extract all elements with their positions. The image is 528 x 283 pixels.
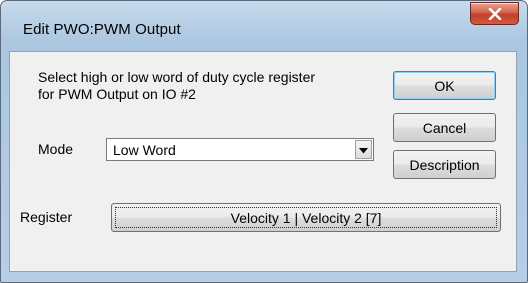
dropdown-arrow-button[interactable] <box>355 140 372 159</box>
dialog-body: Select high or low word of duty cycle re… <box>9 51 517 272</box>
description-text: Select high or low word of duty cycle re… <box>38 69 378 103</box>
description-button[interactable]: Description <box>393 150 496 179</box>
description-line-1: Select high or low word of duty cycle re… <box>38 69 316 85</box>
register-value: Velocity 1 | Velocity 2 [7] <box>230 209 382 226</box>
mode-select-value: Low Word <box>113 142 176 158</box>
dialog-window: Edit PWO:PWM Output Select high or low w… <box>0 0 528 283</box>
mode-label: Mode <box>38 141 74 157</box>
register-label: Register <box>20 209 73 225</box>
title-bar[interactable]: Edit PWO:PWM Output <box>1 1 527 51</box>
chevron-down-icon <box>359 141 368 159</box>
mode-select[interactable]: Low Word <box>106 138 374 161</box>
close-button[interactable] <box>470 2 519 25</box>
close-icon <box>488 7 502 20</box>
description-line-2: for PWM Output on IO #2 <box>38 86 196 102</box>
register-button[interactable]: Velocity 1 | Velocity 2 [7] <box>111 203 501 232</box>
ok-button[interactable]: OK <box>393 71 496 100</box>
cancel-button[interactable]: Cancel <box>393 113 496 142</box>
window-title: Edit PWO:PWM Output <box>23 21 181 38</box>
